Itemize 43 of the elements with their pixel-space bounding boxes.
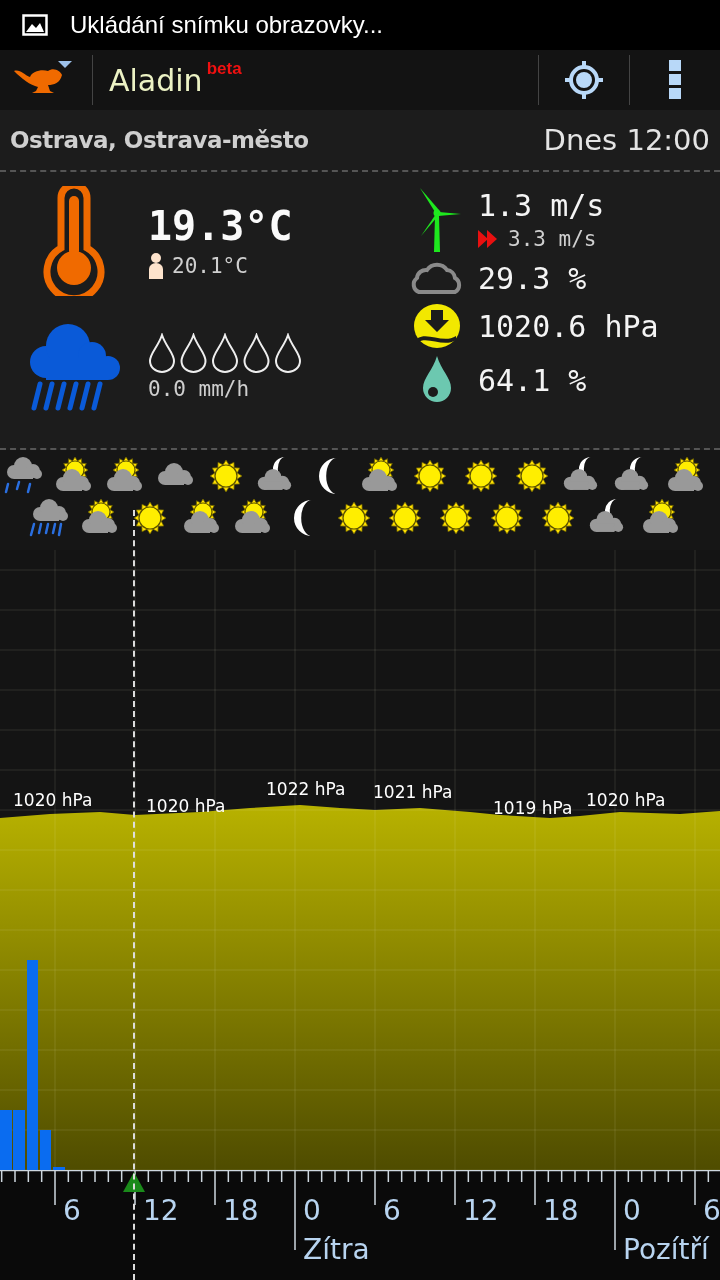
hour-label: 18: [543, 1194, 579, 1227]
empty-drops-icon: [148, 333, 303, 373]
hour-label: 12: [463, 1194, 499, 1227]
hour-label: 6: [383, 1194, 401, 1227]
current-time-marker-icon: [123, 1172, 145, 1192]
cloudiness-value: 29.3 %: [478, 260, 587, 296]
humidity-value: 64.1 %: [478, 362, 587, 398]
hour-label: 6: [63, 1194, 81, 1227]
feels-like-temperature: 20.1°C: [172, 254, 248, 278]
moon-icon: [293, 499, 313, 537]
day-label: Zítra: [303, 1233, 370, 1266]
pressure-value: 1020.6 hPa: [478, 308, 659, 344]
wind-gust-speed: 3.3 m/s: [508, 226, 597, 251]
rain-cloud-icon: [28, 322, 120, 412]
location-name[interactable]: Ostrava, Ostrava-město: [10, 127, 309, 153]
pressure-label: 1019 hPa: [493, 798, 573, 818]
humidity-drop-icon: [421, 356, 453, 404]
gust-arrows-icon: [478, 229, 498, 248]
pressure-label: 1020 hPa: [13, 790, 93, 810]
pressure-label: 1022 hPa: [266, 779, 346, 799]
image-icon: [22, 14, 48, 36]
hour-label: 6: [703, 1194, 720, 1227]
pressure-label: 1020 hPa: [586, 790, 666, 810]
moon-icon: [318, 457, 338, 495]
overflow-menu-icon[interactable]: [669, 60, 681, 100]
location-target-icon[interactable]: [564, 60, 604, 100]
beta-label: beta: [206, 58, 242, 79]
precipitation-value: 0.0 mm/h: [148, 377, 251, 401]
person-icon: [148, 253, 164, 279]
hour-label: 12: [143, 1194, 179, 1227]
hour-label: 18: [223, 1194, 259, 1227]
forecast-time: Dnes 12:00: [543, 123, 710, 157]
notification-text: Ukládání snímku obrazovky...: [70, 11, 384, 39]
pressure-icon: [414, 304, 460, 348]
hour-label: 0: [303, 1194, 321, 1227]
thermometer-icon: [43, 186, 105, 296]
pressure-label: 1020 hPa: [146, 796, 226, 816]
hour-label: 0: [623, 1194, 641, 1227]
app-title: Aladin: [109, 62, 203, 98]
temperature-value: 19.3°C: [148, 203, 293, 249]
day-label: Pozítří: [623, 1233, 709, 1266]
pressure-label: 1021 hPa: [373, 782, 453, 802]
wind-speed: 1.3 m/s: [478, 187, 605, 223]
